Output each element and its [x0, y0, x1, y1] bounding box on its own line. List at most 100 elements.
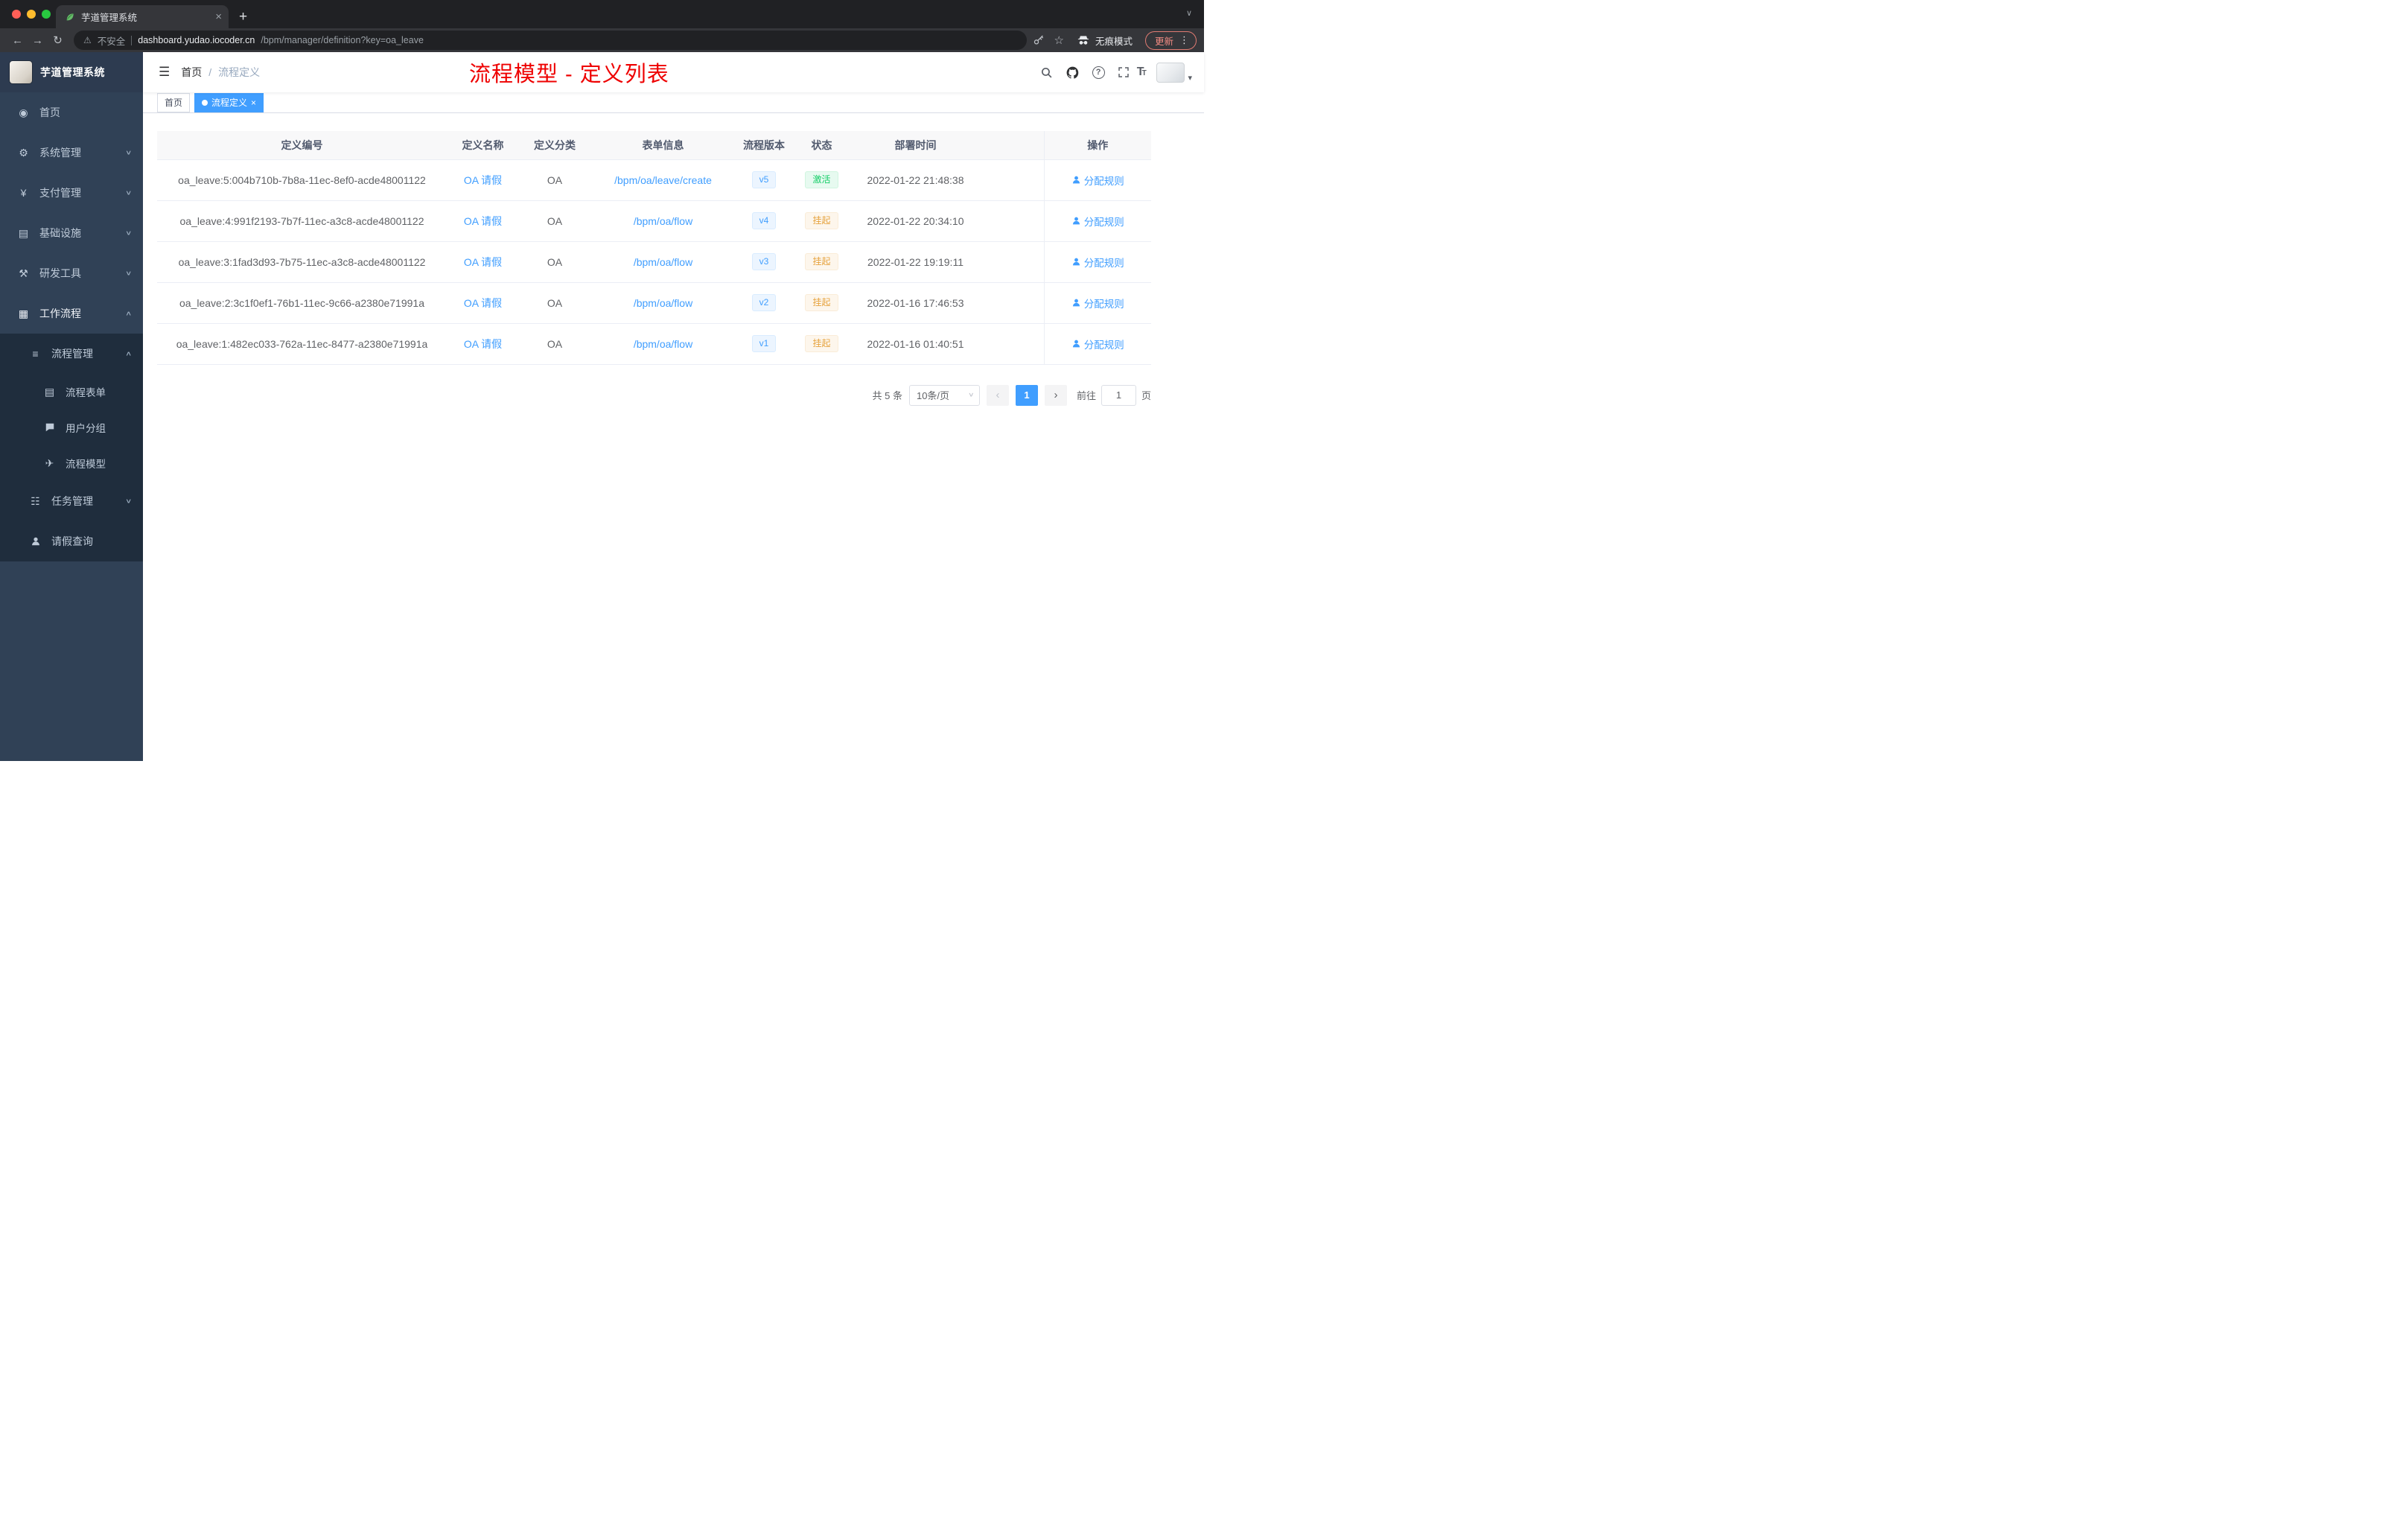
- assign-rule-link[interactable]: 分配规则: [1071, 214, 1124, 229]
- sidebar-item-workflow[interactable]: ▦ 工作流程 ∧: [0, 293, 143, 334]
- goto-page-input[interactable]: [1101, 384, 1136, 406]
- help-icon[interactable]: ?: [1092, 66, 1105, 79]
- sidebar-item-task-management[interactable]: ☷ 任务管理 ∨: [0, 481, 143, 521]
- browser-tab[interactable]: 芋道管理系统 ×: [56, 5, 229, 28]
- sidebar-item-payment-management[interactable]: ¥ 支付管理 ∨: [0, 173, 143, 213]
- form-link[interactable]: /bpm/oa/flow: [634, 297, 692, 309]
- assign-rule-link[interactable]: 分配规则: [1071, 296, 1124, 311]
- sidebar-item-dev-tools[interactable]: ⚒ 研发工具 ∨: [0, 253, 143, 293]
- not-secure-label: 不安全: [97, 36, 126, 47]
- bookmark-star-icon[interactable]: ☆: [1054, 34, 1064, 47]
- table-row: oa_leave:1:482ec033-762a-11ec-8477-a2380…: [157, 323, 1151, 365]
- definition-name-link[interactable]: OA 请假: [464, 215, 502, 227]
- yuan-icon: ¥: [20, 187, 27, 199]
- definition-name-link[interactable]: OA 请假: [464, 297, 502, 309]
- font-size-icon[interactable]: T T: [1137, 66, 1147, 79]
- traffic-lights: [12, 10, 51, 19]
- user-icon: [1072, 340, 1080, 348]
- definition-name-link[interactable]: OA 请假: [464, 256, 502, 268]
- incognito-icon: [1077, 36, 1089, 45]
- form-link[interactable]: /bpm/oa/flow: [634, 256, 692, 268]
- tab-close-icon[interactable]: ×: [215, 11, 222, 22]
- sidebar-item-process-form[interactable]: ▤ 流程表单: [0, 374, 143, 410]
- gear-icon: ⚙: [19, 146, 28, 159]
- page-number-1[interactable]: 1: [1015, 384, 1038, 406]
- status-badge: 挂起: [805, 211, 838, 230]
- tab-favicon: [65, 12, 75, 22]
- breadcrumb-current: 流程定义: [218, 66, 261, 78]
- sidebar-item-home[interactable]: ◉ 首页: [0, 92, 143, 133]
- col-filler: [980, 131, 1044, 160]
- assign-rule-link[interactable]: 分配规则: [1071, 255, 1124, 270]
- forward-button[interactable]: →: [28, 34, 48, 47]
- definition-name-link[interactable]: OA 请假: [464, 174, 502, 186]
- address-bar[interactable]: ⚠ 不安全 dashboard.yudao.iocoder.cn/bpm/man…: [74, 31, 1027, 50]
- main-area: ☰ 首页 / 流程定义 流程模型 - 定义列表 ? T T ▾ 首页 流程定义 …: [143, 52, 1204, 761]
- minimize-window-button[interactable]: [27, 10, 36, 19]
- filler-cell: [980, 159, 1044, 201]
- breadcrumb-home[interactable]: 首页: [181, 65, 202, 80]
- tag-process-definition[interactable]: 流程定义 ×: [194, 92, 264, 112]
- reload-button[interactable]: ↻: [48, 34, 68, 47]
- github-icon[interactable]: [1066, 66, 1080, 80]
- incognito-label: 无痕模式: [1095, 36, 1133, 47]
- definition-name-link[interactable]: OA 请假: [464, 338, 502, 350]
- col-definition-category: 定义分类: [519, 131, 590, 160]
- security-warning-icon[interactable]: ⚠: [83, 35, 92, 45]
- assign-rule-link[interactable]: 分配规则: [1071, 337, 1124, 351]
- page-size-value: 10条/页: [916, 390, 950, 401]
- app-logo: [9, 60, 33, 84]
- status-badge: 挂起: [805, 334, 838, 353]
- sidebar-item-leave-query[interactable]: 请假查询: [0, 521, 143, 561]
- tab-strip-chevron-icon[interactable]: ∨: [1186, 8, 1192, 18]
- version-badge: v3: [751, 252, 777, 271]
- form-link[interactable]: /bpm/oa/leave/create: [614, 174, 712, 186]
- page-content: 定义编号 定义名称 定义分类 表单信息 流程版本 状态 部署时间 操作 oa_l…: [143, 113, 1204, 761]
- sidebar-item-label: 系统管理: [39, 147, 81, 159]
- browser-toolbar: ← → ↻ ⚠ 不安全 dashboard.yudao.iocoder.cn/b…: [0, 28, 1204, 52]
- select-caret-icon: ∨: [968, 391, 975, 398]
- definition-table: 定义编号 定义名称 定义分类 表单信息 流程版本 状态 部署时间 操作 oa_l…: [157, 131, 1151, 365]
- sidebar-item-process-management[interactable]: ≡ 流程管理 ∧: [0, 334, 143, 374]
- avatar-menu[interactable]: ▾: [1156, 62, 1192, 83]
- sidebar-item-label: 首页: [39, 106, 60, 118]
- search-icon[interactable]: [1040, 66, 1053, 79]
- sidebar-menu: ◉ 首页 ⚙ 系统管理 ∨ ¥ 支付管理 ∨ ▤ 基础设施 ∨ ⚒ 研发工具 ∨…: [0, 92, 143, 561]
- sidebar-item-user-group[interactable]: 用户分组: [0, 410, 143, 445]
- next-page-button[interactable]: ›: [1044, 384, 1067, 406]
- fullscreen-icon[interactable]: [1118, 66, 1130, 78]
- back-button[interactable]: ←: [7, 34, 28, 47]
- sidebar-item-label: 请假查询: [51, 535, 93, 547]
- sidebar-item-label: 流程管理: [51, 348, 93, 360]
- form-link[interactable]: /bpm/oa/flow: [634, 215, 692, 227]
- definition-id-cell: oa_leave:1:482ec033-762a-11ec-8477-a2380…: [157, 323, 447, 365]
- update-button[interactable]: 更新 ⋮: [1144, 31, 1197, 50]
- chevron-up-icon: ∧: [124, 310, 132, 317]
- category-cell: OA: [519, 241, 590, 283]
- sidebar-item-infrastructure[interactable]: ▤ 基础设施 ∨: [0, 213, 143, 253]
- browser-menu-icon[interactable]: ⋮: [1179, 34, 1189, 46]
- prev-page-button[interactable]: ‹: [986, 384, 1009, 406]
- navbar-actions: ? T T ▾: [1040, 62, 1204, 83]
- tag-home[interactable]: 首页: [157, 92, 191, 112]
- workflow-submenu: ≡ 流程管理 ∧ ▤ 流程表单 用户分组 ✈ 流程模型 ☷ 任务管理 ∨ 请假查…: [0, 334, 143, 561]
- chevron-down-icon: ∨: [124, 270, 132, 277]
- close-window-button[interactable]: [12, 10, 21, 19]
- user-icon: [1072, 217, 1080, 225]
- sidebar-item-process-model[interactable]: ✈ 流程模型: [0, 445, 143, 481]
- page-size-select[interactable]: 10条/页 ∨: [908, 384, 980, 406]
- user-icon: [1072, 176, 1080, 184]
- key-icon[interactable]: [1033, 34, 1045, 46]
- assign-rule-link[interactable]: 分配规则: [1071, 173, 1124, 188]
- new-tab-button[interactable]: +: [239, 10, 247, 24]
- form-link[interactable]: /bpm/oa/flow: [634, 338, 692, 350]
- sidebar-toggle-icon[interactable]: ☰: [143, 65, 181, 80]
- tag-close-icon[interactable]: ×: [251, 98, 256, 107]
- tag-label: 首页: [165, 98, 183, 108]
- category-cell: OA: [519, 323, 590, 365]
- deploy-time-cell: 2022-01-16 17:46:53: [851, 282, 980, 324]
- sidebar-item-system-management[interactable]: ⚙ 系统管理 ∨: [0, 133, 143, 173]
- zoom-window-button[interactable]: [42, 10, 51, 19]
- total-count: 共 5 条: [872, 390, 902, 401]
- col-definition-name: 定义名称: [447, 131, 519, 160]
